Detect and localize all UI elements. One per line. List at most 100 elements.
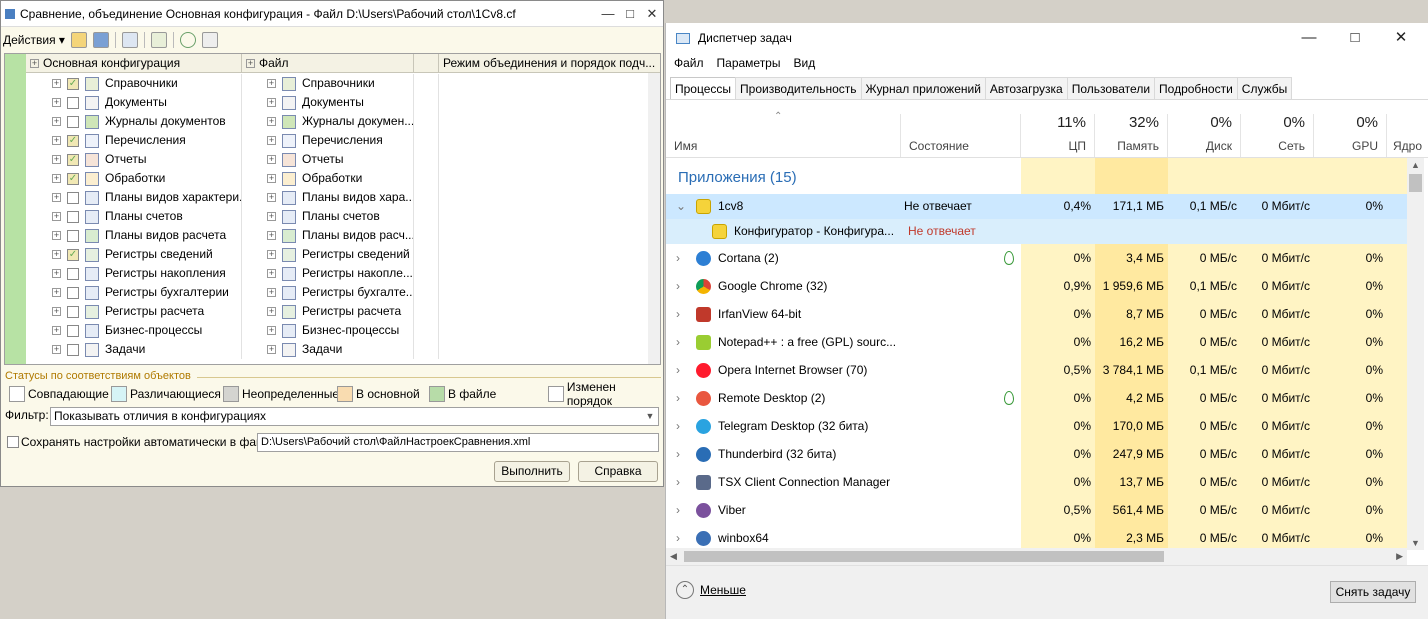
actions-menu[interactable]: Действия ▾ (3, 33, 65, 47)
chevron-right-icon[interactable]: › (676, 468, 686, 496)
expand-icon[interactable]: + (52, 98, 61, 108)
col-name[interactable]: ⌃ Имя (666, 111, 901, 157)
merge-checkbox[interactable] (67, 286, 79, 299)
expand-icon[interactable]: + (267, 174, 276, 184)
expand-icon[interactable]: + (52, 117, 61, 127)
menu-view[interactable]: Вид (793, 56, 815, 70)
process-row[interactable]: › IrfanView 64-bit 0% 8,7 МБ 0 МБ/с 0 Мбит/с 0… (666, 300, 1407, 328)
group-apps[interactable]: Приложения (15) (678, 169, 797, 186)
tree-row[interactable]: + Документы + Документы (26, 93, 660, 112)
process-child-row[interactable]: Конфигуратор - Конфигура... Не отвечает (666, 219, 1407, 244)
tab-users[interactable]: Пользователи (1066, 77, 1156, 99)
expand-icon[interactable]: + (52, 288, 61, 298)
merge-checkbox[interactable]: ✓ (67, 134, 79, 147)
tree-row[interactable]: + Задачи + Задачи (26, 340, 660, 359)
header-main-config[interactable]: + Основная конфигурация (26, 54, 242, 73)
maximize-button[interactable]: □ (1332, 25, 1378, 51)
report-icon[interactable] (150, 32, 167, 48)
vertical-scrollbar[interactable]: ▲ ▼ (1407, 158, 1424, 550)
refresh-icon[interactable] (179, 32, 196, 48)
menu-file[interactable]: Файл (674, 56, 704, 70)
scroll-down-icon[interactable]: ▼ (1411, 538, 1420, 548)
scroll-left-icon[interactable]: ◀ (670, 551, 677, 562)
tab-services[interactable]: Службы (1236, 77, 1293, 99)
fewer-details-button[interactable]: ⌃ Меньше (676, 581, 746, 599)
process-row[interactable]: › Opera Internet Browser (70) 0,5% 3 784,1 … (666, 356, 1407, 384)
minimize-button[interactable]: — (1286, 25, 1332, 51)
chevron-right-icon[interactable]: › (676, 496, 686, 524)
expand-icon[interactable]: + (267, 193, 276, 203)
col-network[interactable]: 0% Сеть (1241, 114, 1314, 157)
tree-row[interactable]: + ✓ Справочники + Справочники (26, 74, 660, 93)
tree-row[interactable]: + ✓ Отчеты + Отчеты (26, 150, 660, 169)
tab-performance[interactable]: Производительность (735, 77, 862, 99)
tree-row[interactable]: + Планы счетов + Планы счетов (26, 207, 660, 226)
col-status[interactable]: Состояние (901, 114, 1021, 157)
minimize-button[interactable]: — (597, 6, 619, 21)
header-file[interactable]: + Файл (242, 54, 414, 73)
col-gpu-engine[interactable]: Ядро (1387, 114, 1425, 157)
expand-icon[interactable]: + (267, 98, 276, 108)
tree-row[interactable]: + Регистры расчета + Регистры расчета (26, 302, 660, 321)
chevron-right-icon[interactable]: › (676, 244, 686, 272)
expand-icon[interactable]: + (267, 345, 276, 355)
tab-processes[interactable]: Процессы (670, 77, 737, 100)
scroll-right-icon[interactable]: ▶ (1396, 551, 1403, 562)
merge-checkbox[interactable] (67, 267, 79, 280)
merge-checkbox[interactable] (67, 229, 79, 242)
expand-icon[interactable]: + (52, 155, 61, 165)
tree-row[interactable]: + Регистры бухгалтерии + Регистры бухгалте.… (26, 283, 660, 302)
tree-scrollbar[interactable] (648, 73, 660, 364)
merge-checkbox[interactable] (67, 343, 79, 356)
expand-icon[interactable]: + (267, 288, 276, 298)
tree-row[interactable]: + ✓ Перечисления + Перечисления (26, 131, 660, 150)
col-memory[interactable]: 32% Память (1095, 114, 1168, 157)
chevron-right-icon[interactable]: › (676, 300, 686, 328)
chevron-down-icon[interactable]: ▼ (642, 408, 658, 425)
merge-checkbox[interactable] (67, 115, 79, 128)
merge-checkbox[interactable] (67, 96, 79, 109)
expand-icon[interactable]: + (267, 250, 276, 260)
merge-checkbox[interactable] (67, 305, 79, 318)
expand-icon[interactable]: + (52, 231, 61, 241)
process-row[interactable]: › Thunderbird (32 бита) 0% 247,9 МБ 0 МБ/с 0 … (666, 440, 1407, 468)
tab-details[interactable]: Подробности (1154, 77, 1238, 99)
expand-icon[interactable]: + (267, 136, 276, 146)
merge-checkbox[interactable] (67, 324, 79, 337)
expand-icon[interactable]: + (267, 231, 276, 241)
chevron-right-icon[interactable]: › (676, 412, 686, 440)
process-row[interactable]: › Google Chrome (32) 0,9% 1 959,6 МБ 0,1 МБ/… (666, 272, 1407, 300)
chevron-right-icon[interactable]: › (676, 384, 686, 412)
horizontal-scrollbar[interactable]: ◀ ▶ (666, 548, 1407, 565)
merge-checkbox[interactable]: ✓ (67, 77, 79, 90)
mark-icon[interactable] (121, 32, 138, 48)
expand-icon[interactable]: + (52, 174, 61, 184)
expand-icon[interactable]: + (52, 193, 61, 203)
tree-row[interactable]: + Планы видов расчета + Планы видов расч... (26, 226, 660, 245)
col-disk[interactable]: 0% Диск (1168, 114, 1241, 157)
maximize-button[interactable]: □ (619, 6, 641, 21)
save-settings-checkbox[interactable] (7, 436, 19, 448)
col-gpu[interactable]: 0% GPU (1314, 114, 1387, 157)
expand-icon[interactable]: + (267, 79, 276, 89)
expand-icon[interactable]: + (52, 212, 61, 222)
tree-row[interactable]: + Регистры накопления + Регистры накопле... (26, 264, 660, 283)
expand-icon[interactable]: + (52, 326, 61, 336)
expand-icon[interactable]: + (52, 269, 61, 279)
tree-row[interactable]: + Журналы документов + Журналы докумен... (26, 112, 660, 131)
menu-options[interactable]: Параметры (717, 56, 781, 70)
tree-row[interactable]: + ✓ Регистры сведений + Регистры сведений (26, 245, 660, 264)
save-icon[interactable] (92, 32, 109, 48)
merge-checkbox[interactable] (67, 191, 79, 204)
process-row[interactable]: › Viber 0,5% 561,4 МБ 0 МБ/с 0 Мбит/с 0% (666, 496, 1407, 524)
process-row[interactable]: › Cortana (2) 0% 3,4 МБ 0 МБ/с 0 Мбит/с 0% (666, 244, 1407, 272)
col-cpu[interactable]: 11% ЦП (1021, 114, 1095, 157)
tree-row[interactable]: + Планы видов характери... + Планы видов ха… (26, 188, 660, 207)
expand-icon[interactable]: + (267, 212, 276, 222)
process-row[interactable]: › Remote Desktop (2) 0% 4,2 МБ 0 МБ/с 0 Мбит/… (666, 384, 1407, 412)
settings-file-path[interactable]: D:\Users\Рабочий стол\ФайлНастроекСравне… (257, 433, 659, 452)
process-row[interactable]: ⌄ 1cv8 Не отвечает 0,4% 171,1 МБ 0,1 МБ/с 0 Мб… (666, 194, 1407, 219)
merge-checkbox[interactable] (67, 210, 79, 223)
expand-icon[interactable]: + (52, 79, 61, 89)
tab-app-history[interactable]: Журнал приложений (860, 77, 986, 99)
